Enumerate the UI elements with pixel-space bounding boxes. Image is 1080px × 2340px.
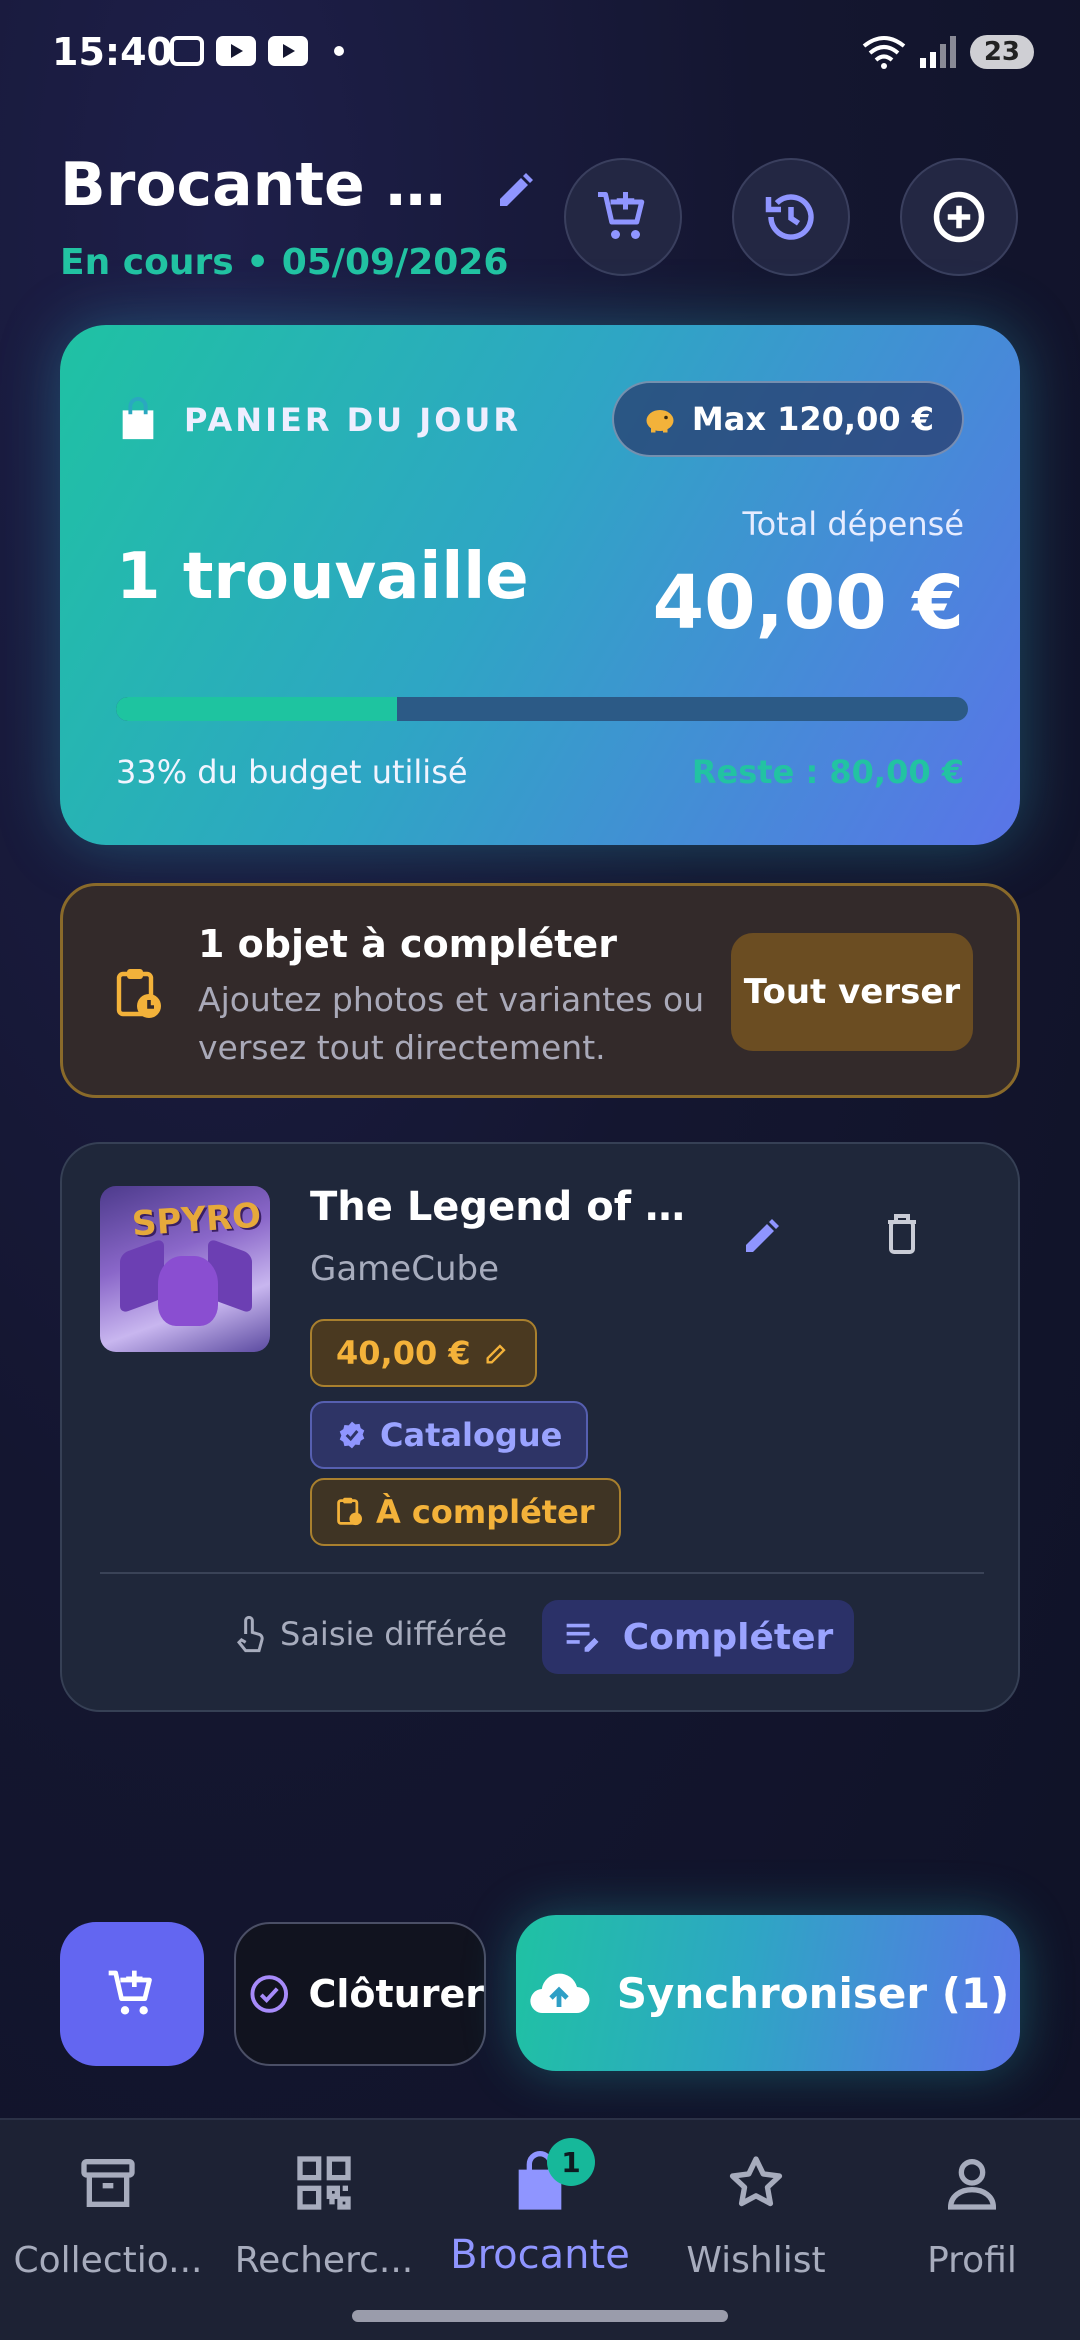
- nav-collection[interactable]: Collectio...: [0, 2148, 216, 2308]
- status-time: 15:40: [52, 30, 173, 74]
- cloud-upload-icon: [530, 1973, 590, 2014]
- nav-label: Profil: [927, 2240, 1017, 2281]
- edit-note-icon: [566, 1623, 599, 1652]
- shopping-bag-icon: [122, 397, 154, 440]
- sync-button[interactable]: Synchroniser (1): [516, 1915, 1020, 2071]
- budget-progress-fill: [116, 697, 398, 721]
- budget-used-text: 33% du budget utilisé: [116, 753, 468, 791]
- add-to-cart-icon: [598, 192, 645, 239]
- person-icon: [937, 2148, 1007, 2218]
- edit-icon[interactable]: [738, 1212, 786, 1264]
- home-indicator[interactable]: [352, 2310, 728, 2322]
- history-icon: [765, 194, 814, 240]
- total-spent-value: 40,00 €: [652, 560, 964, 646]
- banner-title: 1 objet à compléter: [198, 922, 617, 966]
- status-bar: 15:40 23: [0, 0, 1080, 110]
- add-button[interactable]: [900, 158, 1018, 276]
- add-circle-icon: [933, 191, 985, 243]
- to-complete-chip: À compléter: [310, 1478, 621, 1546]
- qr-code-icon: [289, 2148, 359, 2218]
- complete-item-button[interactable]: Compléter: [542, 1600, 854, 1674]
- thumb-logo: SPYRO: [130, 1195, 263, 1245]
- nav-wishlist[interactable]: Wishlist: [648, 2148, 864, 2308]
- finds-count: 1 trouvaille: [116, 540, 529, 614]
- youtube-icon: [268, 36, 308, 66]
- nav-profile[interactable]: Profil: [864, 2148, 1080, 2308]
- basket-label: PANIER DU JOUR: [184, 401, 522, 439]
- total-spent-label: Total dépensé: [742, 505, 964, 543]
- to-complete-label: À compléter: [376, 1493, 595, 1531]
- page-subtitle: En cours • 05/09/2026: [60, 242, 509, 283]
- item-name: The Legend of S...: [310, 1184, 690, 1230]
- history-button[interactable]: [732, 158, 850, 276]
- bottom-navigation: Collectio... Recherc... 1 Brocante Wishl…: [0, 2118, 1080, 2340]
- basket-label-row: PANIER DU JOUR: [118, 397, 521, 443]
- screenshot-icon: [170, 36, 204, 66]
- nav-label: Collectio...: [13, 2240, 203, 2281]
- close-session-label: Clôturer: [308, 1972, 485, 2016]
- incomplete-items-banner: 1 objet à compléter Ajoutez photos et va…: [60, 883, 1020, 1098]
- catalog-label: Catalogue: [380, 1416, 563, 1454]
- clipboard-clock-icon: [115, 966, 163, 1026]
- archive-icon: [73, 2148, 143, 2218]
- add-to-cart-fab[interactable]: [60, 1922, 204, 2066]
- nav-search[interactable]: Recherc...: [216, 2148, 432, 2308]
- item-platform: GameCube: [310, 1249, 500, 1289]
- deferred-entry: Saisie différée: [232, 1614, 507, 1654]
- star-icon: [721, 2148, 791, 2218]
- item-divider: [100, 1572, 984, 1574]
- deferred-label: Saisie différée: [280, 1615, 507, 1653]
- basket-summary-card: PANIER DU JOUR Max 120,00 € 1 trouvaille…: [60, 325, 1020, 845]
- max-budget-pill[interactable]: Max 120,00 €: [611, 381, 964, 457]
- nav-label: Recherc...: [234, 2240, 414, 2281]
- page-title: Brocante d...: [60, 150, 450, 220]
- signal-icon: [919, 36, 956, 68]
- price-value: 40,00 €: [336, 1334, 471, 1372]
- status-notification-icons: [170, 36, 344, 66]
- pencil-icon: [486, 1344, 506, 1364]
- budget-progress-bar: [116, 697, 968, 721]
- thumb-art: [158, 1256, 218, 1326]
- sync-label: Synchroniser (1): [616, 1968, 1010, 2018]
- youtube-icon: [216, 36, 256, 66]
- nav-label: Wishlist: [686, 2240, 826, 2281]
- complete-label: Compléter: [622, 1616, 834, 1658]
- add-to-cart-icon: [108, 1970, 152, 2015]
- check-circle-icon: [250, 1975, 289, 2013]
- shopping-bag-icon: 1: [505, 2138, 595, 2218]
- verified-badge-icon: [339, 1421, 365, 1449]
- catalog-chip: Catalogue: [310, 1401, 589, 1469]
- banner-description: Ajoutez photos et variantes ou versez to…: [198, 980, 705, 1067]
- item-thumbnail: SPYRO: [100, 1186, 270, 1352]
- clipboard-clock-icon: [337, 1497, 362, 1526]
- nav-badge: 1: [547, 2138, 595, 2186]
- wifi-icon: [862, 36, 906, 69]
- touch-icon: [236, 1615, 264, 1653]
- budget-remaining-text: Reste : 80,00 €: [691, 753, 964, 791]
- nav-brocante[interactable]: 1 Brocante: [432, 2138, 648, 2308]
- status-system-icons: 23: [862, 34, 1034, 70]
- edit-title-icon[interactable]: [492, 166, 540, 214]
- transfer-all-button[interactable]: Tout verser: [731, 933, 973, 1051]
- item-card[interactable]: SPYRO The Legend of S... GameCube 40,00 …: [60, 1142, 1020, 1712]
- piggy-bank-icon: [646, 410, 674, 433]
- max-budget-text: Max 120,00 €: [691, 400, 934, 438]
- nav-label: Brocante: [450, 2232, 630, 2278]
- notification-dot-icon: [334, 46, 344, 56]
- battery-icon: 23: [969, 35, 1034, 69]
- close-session-button[interactable]: Clôturer: [234, 1922, 486, 2066]
- add-to-cart-button[interactable]: [564, 158, 682, 276]
- delete-icon[interactable]: [882, 1210, 922, 1262]
- price-chip[interactable]: 40,00 €: [310, 1319, 537, 1387]
